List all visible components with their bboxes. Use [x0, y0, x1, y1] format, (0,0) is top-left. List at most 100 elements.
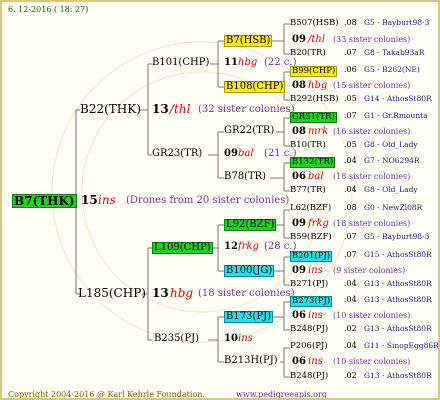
- ancestor-line: ins: [308, 310, 323, 321]
- ancestor-colony: B271(PJ): [290, 279, 329, 289]
- ancestor-line: frkg: [308, 218, 329, 229]
- ancestor-sisters: (18 sister colonies): [333, 219, 411, 228]
- ancestor-colony: B99(CHP): [290, 66, 338, 77]
- ancestor-year: .02: [344, 371, 357, 380]
- ancestor-year: .04: [344, 185, 357, 194]
- ggp-2: B108(CHP): [224, 81, 286, 93]
- parent-1: B22(THK): [80, 102, 141, 116]
- ancestor-sisters: (10 sister colonies): [333, 311, 411, 320]
- ancestor-origin: G5 - B262(NE): [364, 65, 420, 74]
- ancestor-year: 06: [292, 171, 306, 182]
- ancestor-colony: B507(HSB): [290, 18, 339, 28]
- ancestor-year: 08: [292, 126, 306, 137]
- parent-2-line: hbg: [170, 286, 194, 300]
- ancestor-origin: G13 - AthosSt80R: [364, 324, 432, 333]
- parent-1-year: 13: [152, 102, 169, 116]
- ancestor-sisters: (10 sister colonies): [333, 357, 411, 366]
- ancestor-year: 09: [292, 34, 306, 45]
- ancestor-origin: G5 - Bayburt98-3: [364, 18, 430, 27]
- ancestor-colony: B292(HSB): [290, 94, 339, 104]
- root-colony: B7(THK): [12, 194, 77, 208]
- grandparent-1-year: 11: [224, 57, 238, 68]
- ancestor-origin: G8 - Old_Lady: [364, 140, 418, 149]
- ggp-7: B173(PJ): [224, 311, 273, 323]
- ancestor-colony: B273(PJ): [290, 296, 333, 307]
- ancestor-colony: P206(PJ): [290, 341, 328, 351]
- ancestor-colony: B248(PJ): [290, 371, 329, 381]
- ancestor-year: .08: [344, 18, 357, 27]
- ancestor-line: ins: [308, 356, 323, 367]
- ancestor-origin: G1 - Gr.Rmounta: [364, 111, 428, 120]
- ancestor-origin: G11 - SinopEgg86R: [364, 341, 439, 350]
- grandparent-1: B101(CHP): [152, 57, 210, 68]
- ancestor-year: .07: [344, 48, 357, 57]
- grandparent-2: GR23(TR): [152, 148, 203, 159]
- ancestor-colony: L62(BZF): [290, 203, 332, 213]
- ancestor-year: .05: [344, 140, 357, 149]
- ancestor-sisters: (16 sister colonies): [333, 127, 411, 136]
- root-year: 15: [81, 193, 98, 207]
- ancestor-year: .07: [344, 232, 357, 241]
- ancestor-origin: G13 - AthosSt80R: [364, 371, 432, 380]
- ancestor-line: /thl: [308, 34, 326, 45]
- website-link[interactable]: www.pedigreeapis.org: [236, 391, 327, 399]
- ancestor-sisters: (33 sister colonies): [333, 35, 411, 44]
- ggp-1: B7(HSB): [224, 35, 273, 47]
- ancestor-origin: G8 - Old_Lady: [364, 185, 418, 194]
- ancestor-year: .06: [344, 65, 357, 74]
- root-line: ins: [98, 193, 116, 207]
- grandparent-4: B235(PJ): [154, 333, 199, 344]
- ggp-4: B78(TR): [224, 171, 267, 182]
- pedigree-chart: 6. 12-2016 ( 18: 27) B7(THK) 15 ins (Dro…: [0, 0, 440, 400]
- ancestor-colony: GR51(TR): [290, 112, 337, 123]
- ancestor-sisters: (15 sister colonies): [333, 81, 411, 90]
- timestamp: 6. 12-2016 ( 18: 27): [8, 5, 89, 14]
- ancestor-sisters: (18 sister colonies): [333, 172, 411, 181]
- ancestor-line: ins: [308, 265, 323, 276]
- ancestor-year: 08: [292, 80, 306, 91]
- ancestor-year: .02: [344, 324, 357, 333]
- ancestor-origin: G15 - AthosSt80R: [364, 250, 432, 259]
- root-drones: (Drones from 20 sister colonies): [126, 195, 290, 206]
- ancestor-colony: B59(BZF): [290, 232, 332, 242]
- ancestor-year: .07: [344, 111, 357, 120]
- ancestor-year: .07: [344, 250, 357, 259]
- grandparent-4-year: 10: [224, 333, 238, 344]
- ancestor-origin: G8 - Takab93aR: [364, 48, 425, 57]
- grandparent-3: L109(CHP): [152, 242, 213, 254]
- ancestor-colony: B201(PJ): [290, 251, 333, 262]
- ancestor-colony: B248(PJ): [290, 324, 329, 334]
- ancestor-year: 09: [292, 218, 306, 229]
- ggp-3: GR22(TR): [224, 125, 275, 136]
- ancestor-line: mrk: [308, 126, 329, 137]
- ancestor-origin: G13 - AthosSt80R: [364, 295, 432, 304]
- parent-1-sisters: (32 sister colonies): [198, 104, 295, 115]
- ancestor-colony: B20(TR): [290, 48, 326, 58]
- ancestor-year: .08: [344, 203, 357, 212]
- ancestor-origin: G14 - AthosSt80R: [364, 94, 432, 103]
- parent-2: L185(CHP): [78, 286, 146, 300]
- ancestor-origin: G5 - Bayburt98-3: [364, 232, 430, 241]
- grandparent-2-year: 09: [224, 148, 238, 159]
- ancestor-year: .04: [344, 295, 357, 304]
- ancestor-year: .04: [344, 279, 357, 288]
- ancestor-year: .04: [344, 156, 357, 165]
- grandparent-1-line: hbg: [238, 57, 258, 68]
- grandparent-2-line: bal: [238, 148, 254, 159]
- ancestor-colony: B132(TR): [290, 157, 336, 168]
- grandparent-3-year: 12: [224, 241, 238, 252]
- ggp-8: B213H(PJ): [224, 355, 278, 366]
- ancestor-year: 09: [292, 265, 306, 276]
- ancestor-colony: B10(TR): [290, 140, 326, 150]
- grandparent-3-line: frkg: [238, 241, 259, 252]
- ggp-6: B100(JG): [224, 265, 275, 277]
- ancestor-year: 06: [292, 356, 306, 367]
- ancestor-origin: G13 - AthosSt80R: [364, 279, 432, 288]
- copyright: Copyright 2004-2016 @ Karl Kehrle Founda…: [8, 390, 205, 399]
- ancestor-colony: B77(TR): [290, 185, 326, 195]
- ancestor-year: .04: [344, 341, 357, 350]
- ancestor-origin: G0 - NewZl08R: [364, 203, 423, 212]
- parent-2-sisters: (18 sister colonies): [198, 288, 295, 299]
- ancestor-year: .05: [344, 94, 357, 103]
- parent-1-line: /thl: [170, 102, 191, 116]
